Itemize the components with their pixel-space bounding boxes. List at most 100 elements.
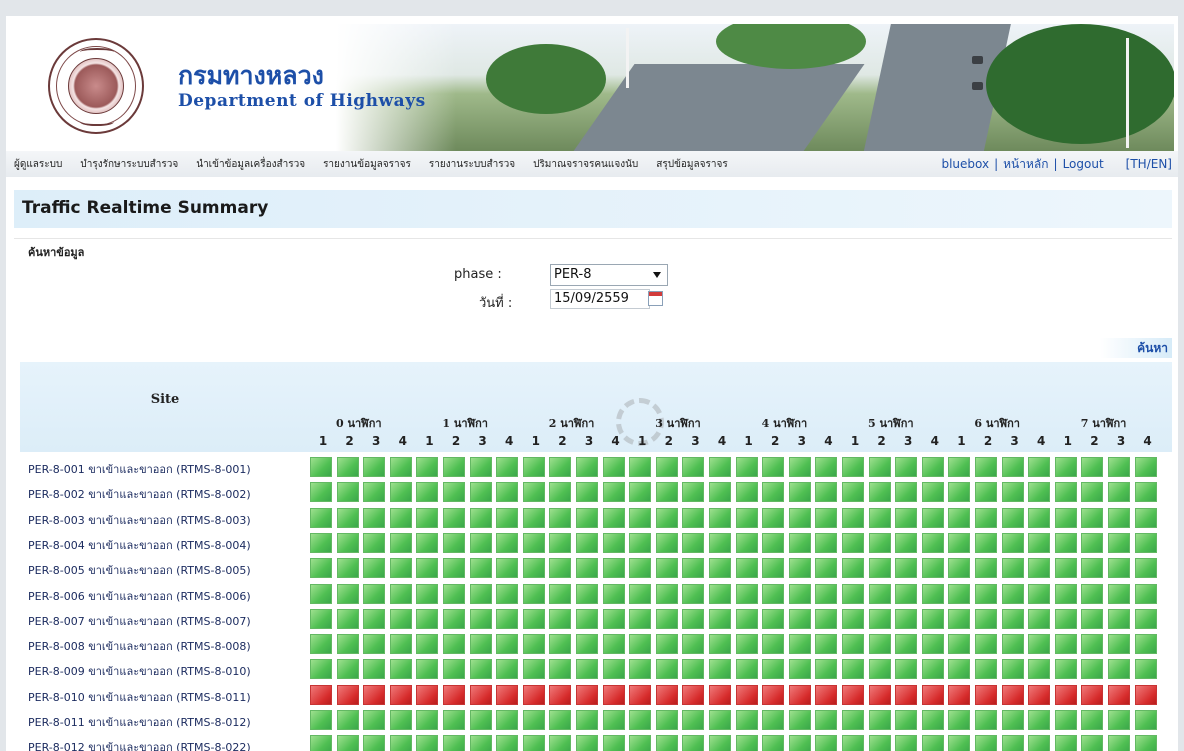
status-cell[interactable] (389, 482, 412, 503)
status-cell[interactable] (602, 558, 625, 579)
status-cell[interactable] (655, 457, 678, 477)
status-cell[interactable] (522, 532, 545, 553)
status-cell[interactable] (788, 634, 811, 655)
status-cell[interactable] (868, 735, 891, 751)
status-cell[interactable] (735, 457, 758, 477)
status-cell[interactable] (1081, 558, 1104, 579)
status-cell[interactable] (416, 684, 439, 705)
status-cell[interactable] (868, 457, 891, 477)
site-name[interactable]: PER-8-007 ขาเข้าและขาออก (RTMS-8-007) (28, 612, 251, 630)
status-cell[interactable] (389, 735, 412, 751)
status-cell[interactable] (682, 710, 705, 730)
status-cell[interactable] (842, 710, 864, 730)
status-cell[interactable] (416, 482, 439, 503)
status-cell[interactable] (363, 457, 386, 477)
status-cell[interactable] (1108, 710, 1130, 730)
status-cell[interactable] (1081, 659, 1104, 680)
status-cell[interactable] (948, 583, 971, 604)
status-cell[interactable] (1028, 482, 1051, 503)
status-cell[interactable] (443, 634, 465, 655)
site-name[interactable]: PER-8-006 ขาเข้าและขาออก (RTMS-8-006) (28, 587, 251, 605)
status-cell[interactable] (655, 684, 678, 705)
status-cell[interactable] (975, 558, 997, 579)
status-cell[interactable] (1081, 710, 1104, 730)
status-cell[interactable] (709, 558, 731, 579)
site-name[interactable]: PER-8-004 ขาเข้าและขาออก (RTMS-8-004) (28, 536, 251, 554)
status-cell[interactable] (602, 482, 625, 503)
status-cell[interactable] (602, 608, 625, 629)
status-cell[interactable] (389, 659, 412, 680)
status-cell[interactable] (682, 608, 705, 629)
status-cell[interactable] (682, 684, 705, 705)
menu-item[interactable]: บำรุงรักษาระบบสำรวจ (80, 157, 178, 172)
status-cell[interactable] (1001, 558, 1024, 579)
status-cell[interactable] (416, 558, 439, 579)
status-cell[interactable] (709, 457, 731, 477)
status-cell[interactable] (975, 583, 997, 604)
status-cell[interactable] (443, 710, 465, 730)
status-cell[interactable] (310, 507, 332, 528)
status-cell[interactable] (842, 608, 864, 629)
status-cell[interactable] (1108, 659, 1130, 680)
status-cell[interactable] (1001, 659, 1024, 680)
site-name[interactable]: PER-8-001 ขาเข้าและขาออก (RTMS-8-001) (28, 460, 251, 478)
status-cell[interactable] (522, 735, 545, 751)
status-cell[interactable] (469, 583, 492, 604)
status-cell[interactable] (1081, 684, 1104, 705)
status-cell[interactable] (682, 532, 705, 553)
status-cell[interactable] (363, 710, 386, 730)
status-cell[interactable] (1028, 608, 1051, 629)
status-cell[interactable] (895, 634, 918, 655)
status-cell[interactable] (1134, 457, 1157, 477)
site-name[interactable]: PER-8-011 ขาเข้าและขาออก (RTMS-8-012) (28, 713, 251, 731)
status-cell[interactable] (735, 507, 758, 528)
status-cell[interactable] (1108, 532, 1130, 553)
status-cell[interactable] (895, 710, 918, 730)
phase-select[interactable]: PER-8 (550, 264, 668, 286)
status-cell[interactable] (975, 608, 997, 629)
status-cell[interactable] (975, 507, 997, 528)
status-cell[interactable] (735, 659, 758, 680)
status-cell[interactable] (762, 558, 785, 579)
status-cell[interactable] (975, 457, 997, 477)
site-name[interactable]: PER-8-012 ขาเข้าและขาออก (RTMS-8-022) (28, 738, 251, 751)
status-cell[interactable] (948, 507, 971, 528)
status-cell[interactable] (629, 507, 652, 528)
status-cell[interactable] (310, 583, 332, 604)
status-cell[interactable] (1054, 457, 1077, 477)
status-cell[interactable] (522, 558, 545, 579)
status-cell[interactable] (496, 659, 519, 680)
status-cell[interactable] (762, 634, 785, 655)
status-cell[interactable] (1028, 634, 1051, 655)
status-cell[interactable] (842, 457, 864, 477)
site-name[interactable]: PER-8-008 ขาเข้าและขาออก (RTMS-8-008) (28, 637, 251, 655)
status-cell[interactable] (389, 583, 412, 604)
status-cell[interactable] (629, 710, 652, 730)
status-cell[interactable] (842, 558, 864, 579)
status-cell[interactable] (682, 558, 705, 579)
user-link[interactable]: bluebox (941, 157, 989, 171)
status-cell[interactable] (895, 457, 918, 477)
status-cell[interactable] (815, 710, 838, 730)
status-cell[interactable] (469, 558, 492, 579)
status-cell[interactable] (576, 532, 598, 553)
status-cell[interactable] (1054, 735, 1077, 751)
status-cell[interactable] (629, 684, 652, 705)
status-cell[interactable] (788, 608, 811, 629)
status-cell[interactable] (762, 659, 785, 680)
status-cell[interactable] (735, 608, 758, 629)
status-cell[interactable] (868, 684, 891, 705)
status-cell[interactable] (762, 608, 785, 629)
status-cell[interactable] (948, 457, 971, 477)
status-cell[interactable] (655, 532, 678, 553)
status-cell[interactable] (363, 583, 386, 604)
status-cell[interactable] (1028, 735, 1051, 751)
status-cell[interactable] (1001, 482, 1024, 503)
status-cell[interactable] (895, 735, 918, 751)
status-cell[interactable] (416, 735, 439, 751)
status-cell[interactable] (1134, 659, 1157, 680)
status-cell[interactable] (443, 659, 465, 680)
status-cell[interactable] (576, 558, 598, 579)
status-cell[interactable] (1001, 608, 1024, 629)
status-cell[interactable] (416, 532, 439, 553)
